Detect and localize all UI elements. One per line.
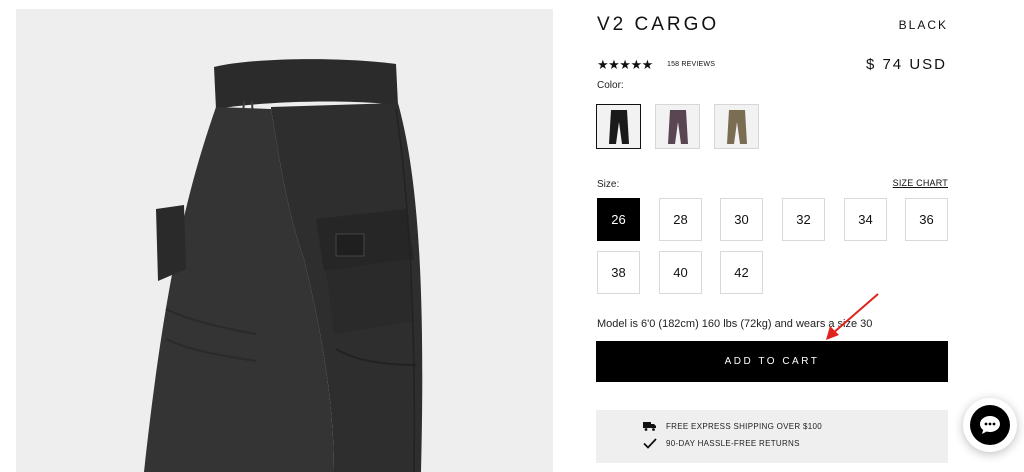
chat-widget-button[interactable] xyxy=(963,398,1017,452)
product-price: $ 74 USD xyxy=(865,56,947,73)
rating-stars[interactable]: ★★★★★ xyxy=(597,58,653,72)
pants-thumbnail xyxy=(726,109,747,144)
size-option-30[interactable]: 30 xyxy=(720,198,763,241)
pants-thumbnail xyxy=(608,109,629,144)
product-title: V2 CARGO xyxy=(597,14,720,35)
returns-info-row: 90-DAY HASSLE-FREE RETURNS xyxy=(640,438,800,449)
size-option-42[interactable]: 42 xyxy=(720,251,763,294)
size-option-36[interactable]: 36 xyxy=(905,198,948,241)
add-to-cart-button[interactable]: ADD TO CART xyxy=(596,341,948,382)
color-swatch-purple[interactable] xyxy=(655,104,700,149)
color-swatch-olive[interactable] xyxy=(714,104,759,149)
product-image[interactable] xyxy=(16,9,553,472)
annotation-arrow xyxy=(826,293,879,340)
returns-text: 90-DAY HASSLE-FREE RETURNS xyxy=(666,439,800,448)
pants-thumbnail xyxy=(667,109,688,144)
size-chart-link[interactable]: SIZE CHART xyxy=(893,178,948,188)
cargo-pants-photo xyxy=(144,59,423,472)
chat-icon xyxy=(970,405,1010,445)
size-option-28[interactable]: 28 xyxy=(659,198,702,241)
shipping-text: FREE EXPRESS SHIPPING OVER $100 xyxy=(666,421,823,431)
shipping-returns-info: FREE EXPRESS SHIPPING OVER $100 90-DAY H… xyxy=(596,410,948,463)
color-label: Color: xyxy=(597,80,624,91)
selected-color-name: BLACK xyxy=(898,18,948,32)
checkmark-icon xyxy=(640,438,660,449)
color-swatch-black[interactable] xyxy=(596,104,641,149)
size-option-32[interactable]: 32 xyxy=(782,198,825,241)
size-option-38[interactable]: 38 xyxy=(597,251,640,294)
shipping-info-row: FREE EXPRESS SHIPPING OVER $100 xyxy=(640,421,822,431)
truck-icon xyxy=(640,421,660,431)
size-option-34[interactable]: 34 xyxy=(844,198,887,241)
size-option-26[interactable]: 26 xyxy=(597,198,640,241)
size-option-40[interactable]: 40 xyxy=(659,251,702,294)
reviews-link[interactable]: 158 REVIEWS xyxy=(667,61,715,68)
size-label: Size: xyxy=(597,179,620,190)
